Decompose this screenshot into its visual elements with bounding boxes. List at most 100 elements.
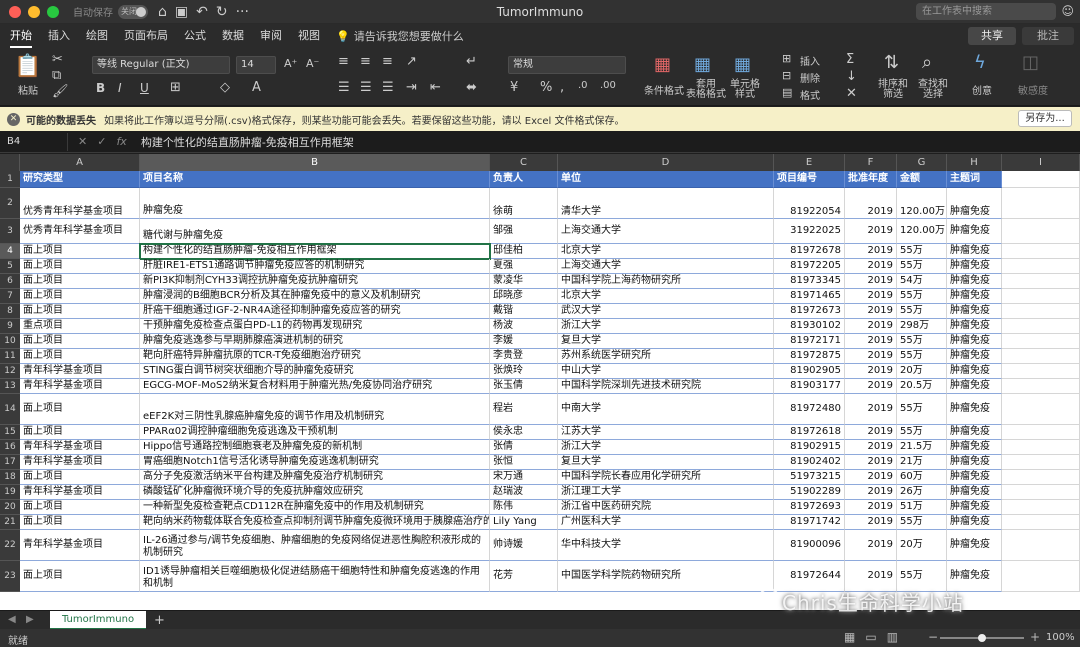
cell-I11[interactable] <box>1002 349 1080 364</box>
cell-E22[interactable]: 81900096 <box>774 530 845 561</box>
row-header-7[interactable]: 7 <box>0 289 20 304</box>
user-icon[interactable]: ☺ <box>1061 4 1074 18</box>
cell-D6[interactable]: 中国科学院上海药物研究所 <box>558 274 774 289</box>
cell-E2[interactable]: 81922054 <box>774 188 845 219</box>
column-header-C[interactable]: C <box>490 154 558 171</box>
cell-C12[interactable]: 张焕玲 <box>490 364 558 379</box>
cell-B18[interactable]: 高分子免疫激活纳米平台构建及肿瘤免疫治疗机制研究 <box>140 470 490 485</box>
cell-D23[interactable]: 中国医学科学院药物研究所 <box>558 561 774 592</box>
tab-3[interactable]: 页面布局 <box>124 24 168 48</box>
cell-F1[interactable]: 批准年度 <box>845 171 897 188</box>
cell-D12[interactable]: 中山大学 <box>558 364 774 379</box>
cell-F18[interactable]: 2019 <box>845 470 897 485</box>
cell-E19[interactable]: 51902289 <box>774 485 845 500</box>
cell-D4[interactable]: 北京大学 <box>558 244 774 259</box>
cell-B23[interactable]: ID1诱导肿瘤相关巨噬细胞极化促进结肠癌干细胞特性和肿瘤免疫逃逸的作用和机制 <box>140 561 490 592</box>
cell-A10[interactable]: 面上项目 <box>20 334 140 349</box>
cell-B12[interactable]: STING蛋白调节树突状细胞介导的肿瘤免疫研究 <box>140 364 490 379</box>
cell-C13[interactable]: 张玉倩 <box>490 379 558 394</box>
align-bottom-icon[interactable]: ≡ <box>382 54 393 69</box>
cell-A6[interactable]: 面上项目 <box>20 274 140 289</box>
cell-G19[interactable]: 26万 <box>897 485 947 500</box>
cell-D19[interactable]: 浙江理工大学 <box>558 485 774 500</box>
cell-D16[interactable]: 浙江大学 <box>558 440 774 455</box>
tab-0[interactable]: 开始 <box>10 24 32 48</box>
cell-D10[interactable]: 复旦大学 <box>558 334 774 349</box>
orientation-icon[interactable]: ↗ <box>406 54 417 69</box>
cell-A11[interactable]: 面上项目 <box>20 349 140 364</box>
cell-F9[interactable]: 2019 <box>845 319 897 334</box>
row-header-21[interactable]: 21 <box>0 515 20 530</box>
cell-G15[interactable]: 55万 <box>897 425 947 440</box>
decrease-font-icon[interactable]: A⁻ <box>306 57 319 70</box>
cell-H20[interactable]: 肿瘤免疫 <box>947 500 1002 515</box>
minimize-window-button[interactable] <box>28 5 40 18</box>
zoom-out-icon[interactable]: − <box>928 630 938 644</box>
cell-I4[interactable] <box>1002 244 1080 259</box>
cell-F17[interactable]: 2019 <box>845 455 897 470</box>
cell-A14[interactable]: 面上项目 <box>20 394 140 425</box>
cell-G18[interactable]: 60万 <box>897 470 947 485</box>
cell-A8[interactable]: 面上项目 <box>20 304 140 319</box>
column-header-B[interactable]: B <box>140 154 490 171</box>
cell-C3[interactable]: 邹强 <box>490 219 558 244</box>
fill-icon[interactable]: ↓ <box>846 69 857 84</box>
insert-button[interactable]: 插入 <box>800 53 820 68</box>
cell-H8[interactable]: 肿瘤免疫 <box>947 304 1002 319</box>
paste-button[interactable]: 粘贴 <box>18 82 38 97</box>
clear-icon[interactable]: ✕ <box>846 86 857 101</box>
page-layout-view-icon[interactable]: ▭ <box>865 630 876 644</box>
cell-A20[interactable]: 面上项目 <box>20 500 140 515</box>
cell-I23[interactable] <box>1002 561 1080 592</box>
cell-B13[interactable]: EGCG-MOF-MoS2纳米复合材料用于肿瘤光热/免疫协同治疗研究 <box>140 379 490 394</box>
cell-D18[interactable]: 中国科学院长春应用化学研究所 <box>558 470 774 485</box>
tab-1[interactable]: 插入 <box>48 24 70 48</box>
cell-C19[interactable]: 赵瑞波 <box>490 485 558 500</box>
close-infobar-icon[interactable]: ✕ <box>7 112 20 126</box>
cell-I19[interactable] <box>1002 485 1080 500</box>
cell-I13[interactable] <box>1002 379 1080 394</box>
cell-C22[interactable]: 帅诗媛 <box>490 530 558 561</box>
row-header-12[interactable]: 12 <box>0 364 20 379</box>
cell-G22[interactable]: 20万 <box>897 530 947 561</box>
row-header-5[interactable]: 5 <box>0 259 20 274</box>
copy-icon[interactable]: ⧉ <box>52 68 61 83</box>
cell-F8[interactable]: 2019 <box>845 304 897 319</box>
row-header-8[interactable]: 8 <box>0 304 20 319</box>
cell-A23[interactable]: 面上项目 <box>20 561 140 592</box>
cell-I3[interactable] <box>1002 219 1080 244</box>
column-header-I[interactable]: I <box>1002 154 1080 171</box>
sheet-search-input[interactable]: 在工作表中搜索 <box>916 3 1056 20</box>
cell-G10[interactable]: 55万 <box>897 334 947 349</box>
cell-F21[interactable]: 2019 <box>845 515 897 530</box>
accounting-icon[interactable]: ¥ <box>510 80 518 95</box>
outdent-icon[interactable]: ⇤ <box>430 80 441 95</box>
cell-I9[interactable] <box>1002 319 1080 334</box>
cell-A18[interactable]: 面上项目 <box>20 470 140 485</box>
cell-B20[interactable]: 一种新型免疫检查靶点CD112R在肿瘤免疫中的作用及机制研究 <box>140 500 490 515</box>
row-header-11[interactable]: 11 <box>0 349 20 364</box>
cell-A15[interactable]: 面上项目 <box>20 425 140 440</box>
more-icon[interactable]: ··· <box>236 4 249 20</box>
cell-C17[interactable]: 张恒 <box>490 455 558 470</box>
cell-C1[interactable]: 负责人 <box>490 171 558 188</box>
cell-H18[interactable]: 肿瘤免疫 <box>947 470 1002 485</box>
cell-A22[interactable]: 青年科学基金项目 <box>20 530 140 561</box>
fill-color-icon[interactable]: ◇ <box>220 80 230 95</box>
cell-D20[interactable]: 浙江省中医药研究院 <box>558 500 774 515</box>
cell-H7[interactable]: 肿瘤免疫 <box>947 289 1002 304</box>
cell-B4[interactable]: 构建个性化的结直肠肿瘤-免疫相互作用框架 <box>140 244 490 259</box>
cancel-icon[interactable]: ✕ <box>78 135 87 148</box>
cell-G7[interactable]: 55万 <box>897 289 947 304</box>
cell-D9[interactable]: 浙江大学 <box>558 319 774 334</box>
row-header-10[interactable]: 10 <box>0 334 20 349</box>
cell-H14[interactable]: 肿瘤免疫 <box>947 394 1002 425</box>
cell-F15[interactable]: 2019 <box>845 425 897 440</box>
cell-G11[interactable]: 55万 <box>897 349 947 364</box>
next-sheet-icon[interactable]: ▶ <box>26 614 34 625</box>
row-header-16[interactable]: 16 <box>0 440 20 455</box>
cut-icon[interactable]: ✂ <box>52 52 63 67</box>
cell-B1[interactable]: 项目名称 <box>140 171 490 188</box>
cell-A21[interactable]: 面上项目 <box>20 515 140 530</box>
cell-E8[interactable]: 81972673 <box>774 304 845 319</box>
